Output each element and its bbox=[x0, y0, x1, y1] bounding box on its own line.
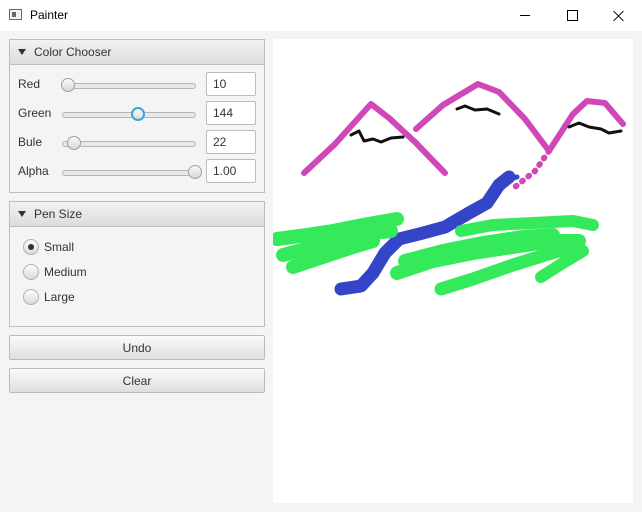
color-chooser-title: Color Chooser bbox=[34, 45, 112, 59]
radio-large-indicator[interactable] bbox=[23, 289, 39, 305]
collapse-triangle-icon bbox=[18, 49, 26, 55]
pen-size-title: Pen Size bbox=[34, 207, 83, 221]
mountain-stroke-dots bbox=[512, 148, 552, 190]
red-input[interactable]: 10 bbox=[206, 72, 256, 96]
close-button[interactable] bbox=[596, 0, 642, 31]
color-chooser-header[interactable]: Color Chooser bbox=[10, 40, 264, 65]
blue-input[interactable]: 22 bbox=[206, 130, 256, 154]
green-label: Green bbox=[18, 106, 52, 120]
grass-stroke-right-1 bbox=[455, 215, 599, 237]
maximize-button[interactable] bbox=[549, 0, 595, 31]
alpha-slider-thumb[interactable] bbox=[188, 165, 202, 179]
red-slider-thumb[interactable] bbox=[61, 78, 76, 92]
pen-size-panel: Pen Size Small Medium Large bbox=[9, 201, 265, 327]
close-icon bbox=[613, 10, 625, 22]
undo-button[interactable]: Undo bbox=[9, 335, 265, 360]
app-icon bbox=[9, 9, 22, 20]
mountain-stroke-middle bbox=[413, 81, 552, 154]
drawing-canvas[interactable] bbox=[270, 39, 633, 503]
radio-medium-label[interactable]: Medium bbox=[44, 265, 87, 279]
green-input[interactable]: 144 bbox=[206, 101, 256, 125]
title-bar[interactable]: Painter bbox=[0, 0, 642, 31]
maximize-icon bbox=[566, 10, 578, 21]
color-chooser-panel: Color Chooser Red 10 Green 144 Bule 22 A… bbox=[9, 39, 265, 193]
red-label: Red bbox=[18, 77, 41, 91]
blue-slider-thumb[interactable] bbox=[67, 136, 82, 150]
alpha-slider[interactable] bbox=[62, 165, 202, 179]
radio-medium-indicator[interactable] bbox=[23, 264, 39, 280]
alpha-input[interactable]: 1.00 bbox=[206, 159, 256, 183]
blue-slider[interactable] bbox=[62, 136, 196, 150]
clear-button[interactable]: Clear bbox=[9, 368, 265, 393]
pen-size-header[interactable]: Pen Size bbox=[10, 202, 264, 227]
red-slider[interactable] bbox=[61, 78, 196, 92]
ridge-stroke-2 bbox=[455, 104, 501, 116]
green-slider-thumb[interactable] bbox=[130, 107, 145, 121]
ridge-stroke-3 bbox=[567, 121, 623, 135]
alpha-row: Alpha 1.00 bbox=[18, 159, 258, 185]
alpha-label: Alpha bbox=[18, 164, 49, 178]
painter-window: Painter Color Chooser Red 10 Green 144 B… bbox=[0, 0, 642, 512]
radio-small-label[interactable]: Small bbox=[44, 240, 74, 254]
radio-small[interactable]: Small bbox=[23, 237, 223, 257]
radio-large-label[interactable]: Large bbox=[44, 290, 75, 304]
drawing-surface[interactable] bbox=[270, 39, 633, 503]
ridge-stroke-1 bbox=[349, 129, 405, 144]
blue-label: Bule bbox=[18, 135, 43, 149]
minimize-icon bbox=[520, 15, 530, 16]
blue-row: Bule 22 bbox=[18, 130, 258, 156]
radio-small-indicator[interactable] bbox=[23, 239, 39, 255]
radio-large[interactable]: Large bbox=[23, 287, 223, 307]
collapse-triangle-icon bbox=[18, 211, 26, 217]
green-slider[interactable] bbox=[62, 107, 196, 121]
window-title: Painter bbox=[30, 8, 69, 22]
red-row: Red 10 bbox=[18, 72, 258, 98]
green-row: Green 144 bbox=[18, 101, 258, 127]
minimize-button[interactable] bbox=[502, 0, 548, 31]
radio-medium[interactable]: Medium bbox=[23, 262, 223, 282]
